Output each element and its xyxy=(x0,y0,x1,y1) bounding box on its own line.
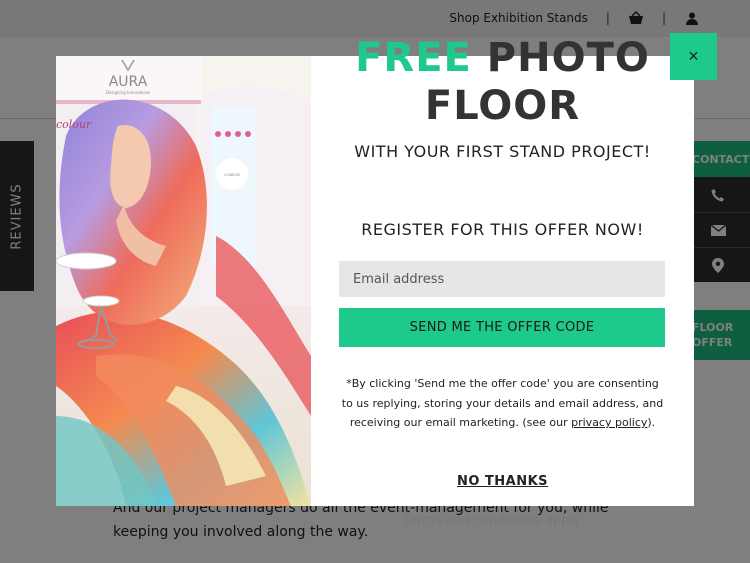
promo-image: AURA Designing Innovations colour LONDON xyxy=(56,56,311,506)
email-input[interactable] xyxy=(339,261,665,297)
send-offer-code-button[interactable]: SEND ME THE OFFER CODE xyxy=(339,308,665,347)
headline-accent: FREE xyxy=(355,35,472,81)
offer-popup: AURA Designing Innovations colour LONDON… xyxy=(56,35,694,506)
aura-logo-text: AURA xyxy=(109,74,148,90)
popup-subheadline: WITH YOUR FIRST STAND PROJECT! xyxy=(354,142,651,161)
close-icon: × xyxy=(688,46,699,66)
register-label: REGISTER FOR THIS OFFER NOW! xyxy=(361,220,644,239)
london-text: LONDON xyxy=(224,173,240,177)
aura-tagline-text: Designing Innovations xyxy=(106,90,151,95)
close-popup-button[interactable]: × xyxy=(670,33,717,80)
no-thanks-link[interactable]: NO THANKS xyxy=(311,474,694,489)
privacy-policy-link[interactable]: privacy policy xyxy=(571,416,647,429)
popup-content: FREE PHOTO FLOOR WITH YOUR FIRST STAND P… xyxy=(311,35,694,506)
colour-text: colour xyxy=(56,118,92,131)
promo-illustration: AURA Designing Innovations colour LONDON xyxy=(56,56,311,506)
disclaimer-end: ). xyxy=(647,416,656,429)
consent-disclaimer: *By clicking 'Send me the offer code' yo… xyxy=(341,374,664,433)
popup-headline: FREE PHOTO FLOOR xyxy=(311,34,694,130)
terms-text: Terms and conditions apply xyxy=(403,513,581,528)
